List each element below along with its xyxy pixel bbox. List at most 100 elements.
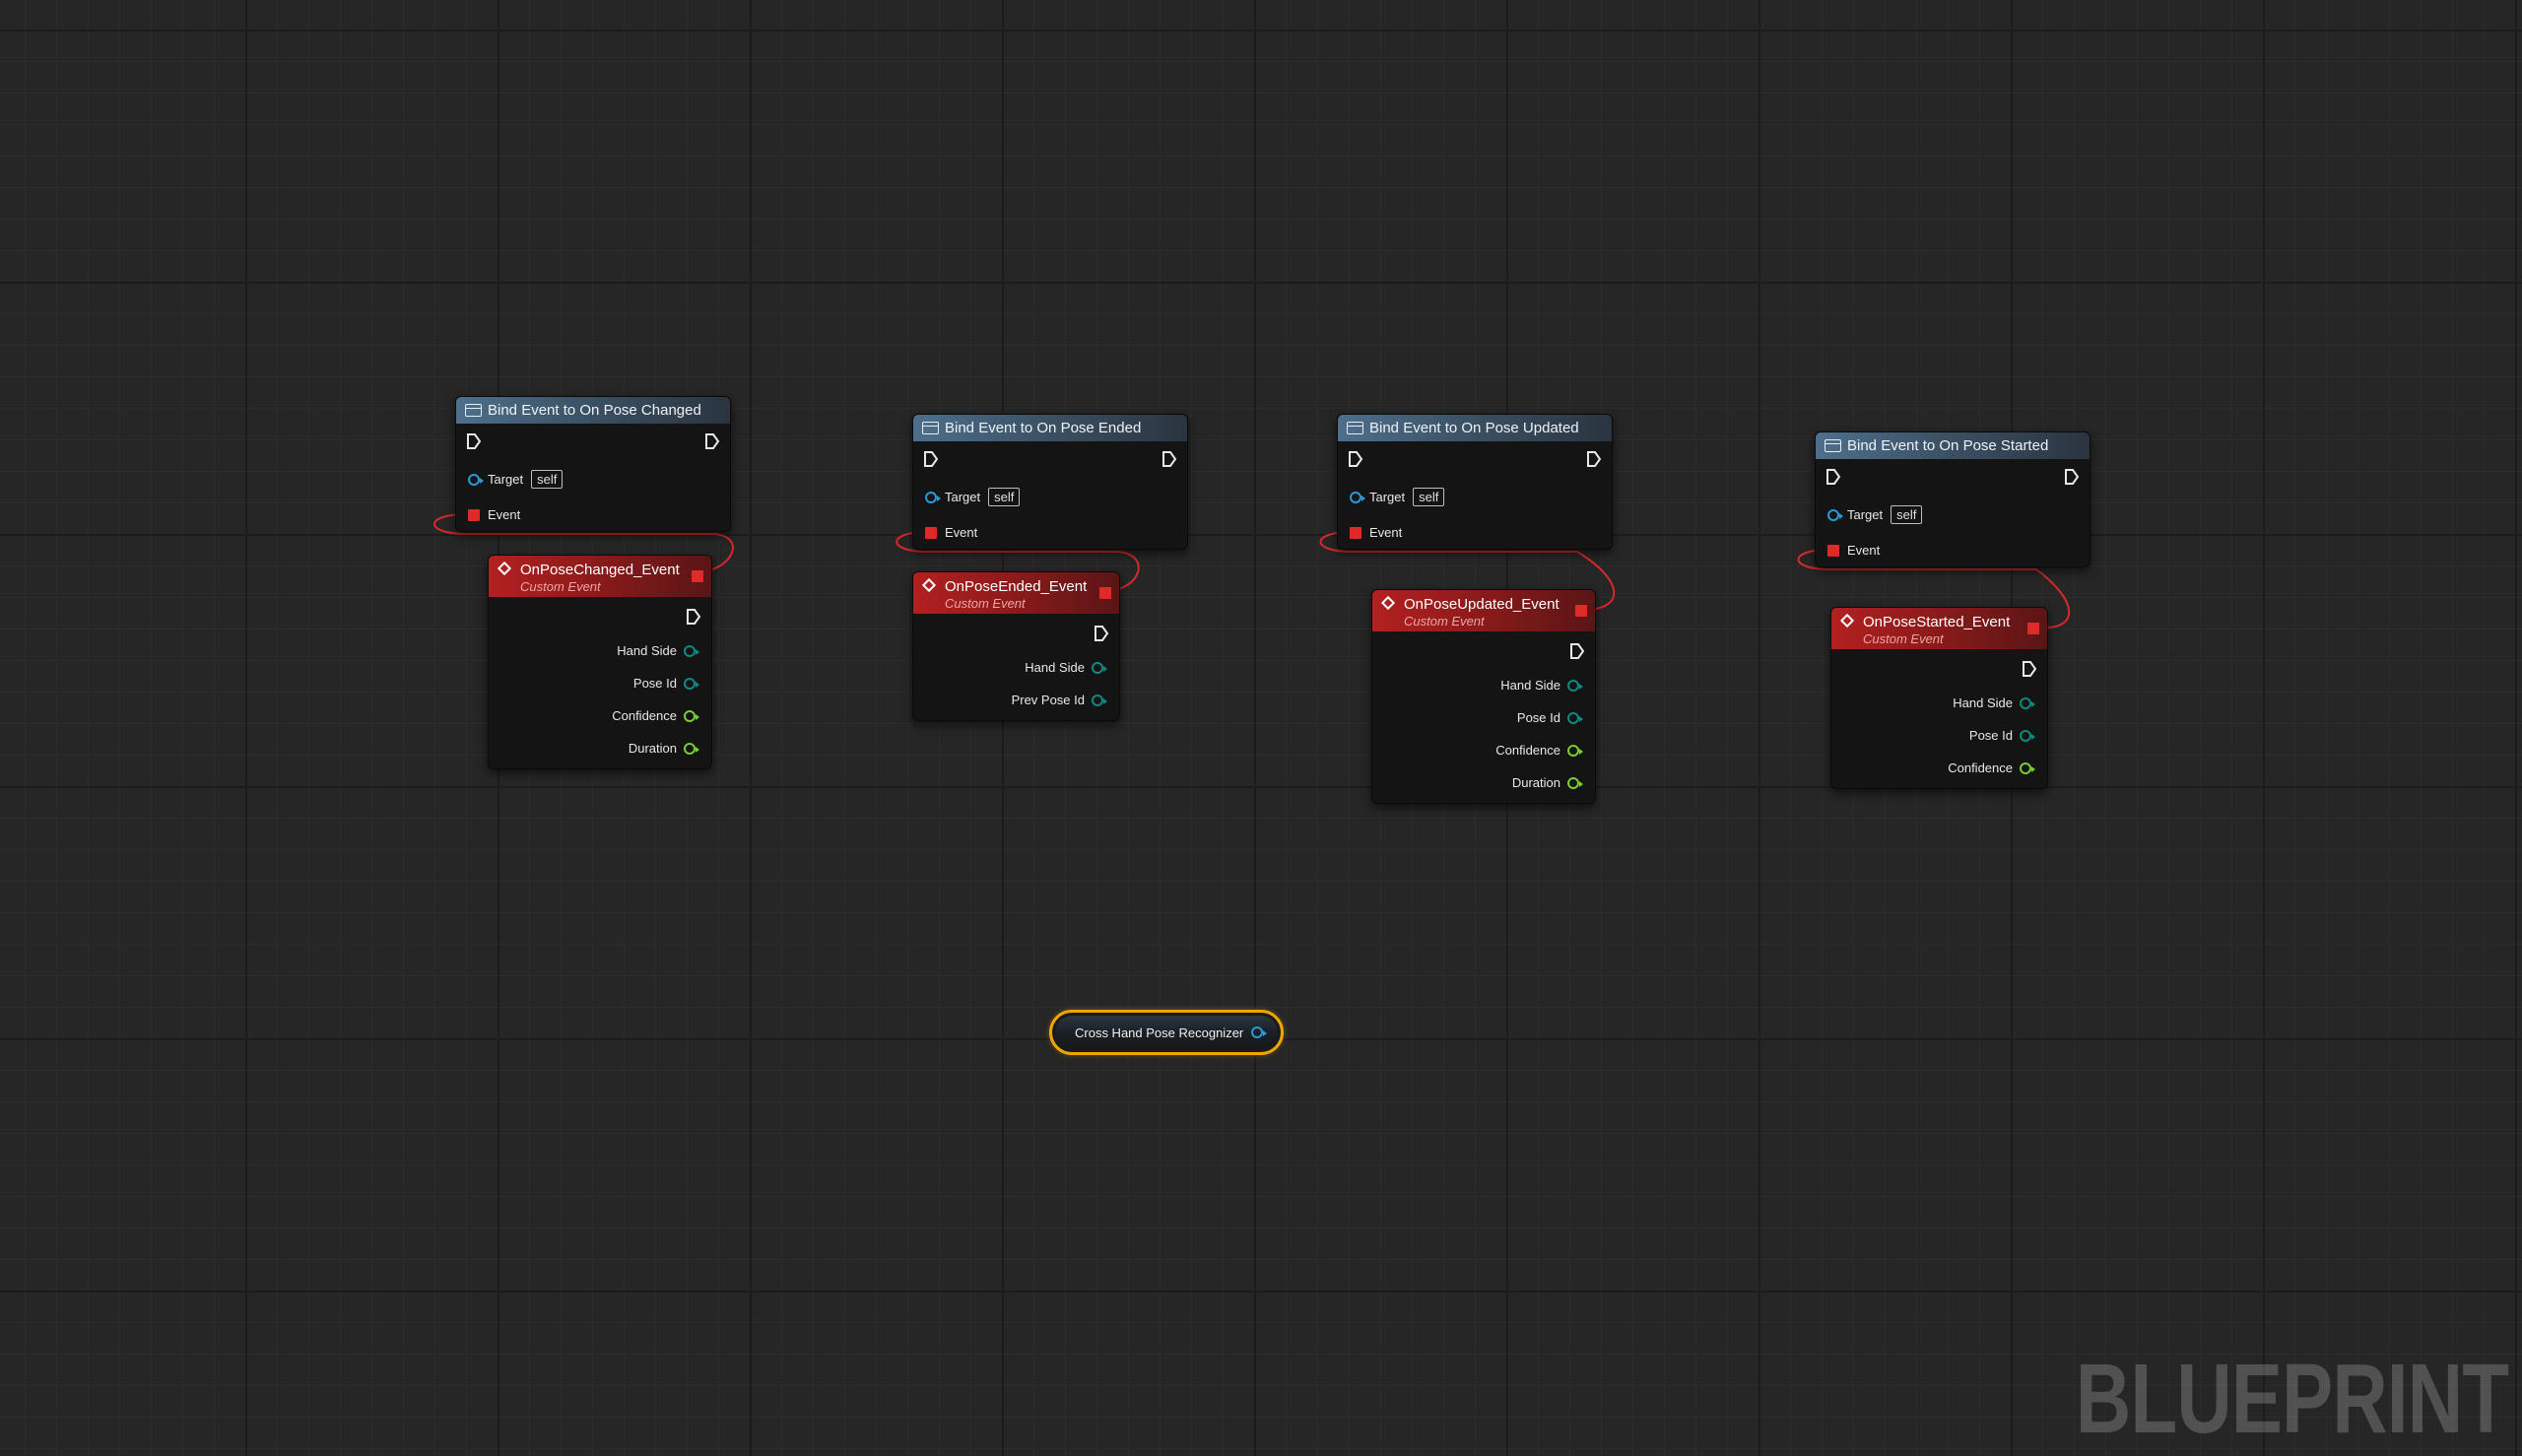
enum-pin[interactable] [1092, 661, 1107, 674]
enum-pin[interactable] [1567, 679, 1583, 692]
event-node-pose-changed[interactable]: OnPoseChanged_Event Custom Event Hand Si… [488, 555, 712, 769]
target-label: Target [1847, 507, 1884, 522]
float-pin[interactable] [684, 709, 699, 722]
event-row: Event [468, 507, 520, 522]
custom-event-icon [1380, 595, 1396, 611]
output-hand-side: Hand Side [1500, 678, 1583, 693]
target-pin[interactable] [468, 473, 484, 486]
exec-out-pin[interactable] [1094, 625, 1109, 642]
output-hand-side: Hand Side [1025, 660, 1107, 675]
bind-node-pose-ended[interactable]: Bind Event to On Pose Ended Target self … [912, 414, 1188, 550]
exec-out-pin[interactable] [2022, 660, 2037, 678]
event-row: Event [925, 525, 977, 540]
target-pin[interactable] [1350, 491, 1365, 503]
output-confidence: Confidence [1495, 743, 1583, 758]
event-node-pose-updated[interactable]: OnPoseUpdated_Event Custom Event Hand Si… [1371, 589, 1596, 804]
bind-node-header[interactable]: Bind Event to On Pose Changed [456, 397, 730, 424]
output-label: Pose Id [632, 676, 677, 691]
variable-node-label: Cross Hand Pose Recognizer [1075, 1025, 1244, 1040]
event-delegate-pin[interactable] [1827, 544, 1839, 557]
enum-pin[interactable] [684, 677, 699, 690]
bind-node-header[interactable]: Bind Event to On Pose Ended [913, 415, 1187, 441]
target-self-field[interactable]: self [531, 470, 564, 489]
event-node-title: OnPoseUpdated_Event [1404, 596, 1560, 613]
output-label: Hand Side [617, 643, 677, 658]
float-pin[interactable] [2020, 761, 2035, 774]
output-duration: Duration [1512, 775, 1583, 790]
event-node-subtitle: Custom Event [1404, 614, 1485, 629]
exec-out-pin[interactable] [1569, 642, 1585, 660]
output-label: Duration [628, 741, 677, 756]
event-delegate-out-pin[interactable] [692, 570, 703, 582]
event-node-subtitle: Custom Event [1863, 631, 1944, 646]
target-self-field[interactable]: self [988, 488, 1021, 506]
exec-out-pin[interactable] [704, 432, 720, 450]
output-label: Pose Id [1516, 710, 1560, 725]
event-node-header[interactable]: OnPoseUpdated_Event Custom Event [1372, 590, 1595, 631]
target-label: Target [945, 490, 981, 504]
target-row: Target self [468, 470, 564, 489]
event-delegate-out-pin[interactable] [2027, 623, 2039, 634]
exec-in-pin[interactable] [1825, 468, 1841, 486]
output-label: Confidence [612, 708, 677, 723]
bind-node-title: Bind Event to On Pose Ended [945, 420, 1142, 436]
event-node-pose-started[interactable]: OnPoseStarted_Event Custom Event Hand Si… [1830, 607, 2048, 789]
exec-in-pin[interactable] [923, 450, 939, 468]
float-pin[interactable] [684, 742, 699, 755]
enum-pin[interactable] [1092, 694, 1107, 706]
output-label: Pose Id [1968, 728, 2013, 743]
target-row: Target self [1827, 505, 1923, 524]
output-prev-pose-id: Prev Pose Id [1012, 693, 1107, 707]
event-node-header[interactable]: OnPoseEnded_Event Custom Event [913, 572, 1119, 614]
blueprint-watermark: BLUEPRINT [2075, 1344, 2509, 1454]
variable-node-cross-hand-pose-recognizer[interactable]: Cross Hand Pose Recognizer [1049, 1010, 1284, 1055]
float-pin[interactable] [1567, 776, 1583, 789]
exec-out-pin[interactable] [686, 608, 701, 626]
event-delegate-pin[interactable] [468, 508, 480, 521]
event-delegate-out-pin[interactable] [1575, 605, 1587, 617]
bind-node-pose-started[interactable]: Bind Event to On Pose Started Target sel… [1815, 431, 2091, 567]
event-node-title: OnPoseEnded_Event [945, 578, 1088, 595]
bind-node-header[interactable]: Bind Event to On Pose Started [1816, 432, 2090, 459]
event-node-pose-ended[interactable]: OnPoseEnded_Event Custom Event Hand Side… [912, 571, 1120, 721]
event-node-title: OnPoseStarted_Event [1863, 614, 2011, 630]
function-icon [1825, 439, 1841, 452]
target-self-field[interactable]: self [1413, 488, 1445, 506]
exec-in-pin[interactable] [1348, 450, 1363, 468]
exec-out-pin[interactable] [2064, 468, 2080, 486]
exec-in-pin[interactable] [466, 432, 482, 450]
target-pin[interactable] [1827, 508, 1843, 521]
variable-output-pin[interactable] [1251, 1026, 1268, 1038]
output-duration: Duration [628, 741, 699, 756]
target-row: Target self [925, 488, 1021, 506]
bind-node-pose-updated[interactable]: Bind Event to On Pose Updated Target sel… [1337, 414, 1613, 550]
event-delegate-pin[interactable] [1350, 526, 1361, 539]
event-node-header[interactable]: OnPoseChanged_Event Custom Event [489, 556, 711, 597]
output-hand-side: Hand Side [1953, 695, 2035, 710]
float-pin[interactable] [1567, 744, 1583, 757]
event-label: Event [1847, 543, 1881, 558]
output-label: Confidence [1495, 743, 1560, 758]
event-delegate-pin[interactable] [925, 526, 937, 539]
enum-pin[interactable] [684, 644, 699, 657]
output-confidence: Confidence [612, 708, 699, 723]
enum-pin[interactable] [2020, 696, 2035, 709]
output-label: Confidence [1948, 761, 2013, 775]
output-confidence: Confidence [1948, 761, 2035, 775]
function-icon [922, 422, 939, 434]
target-pin[interactable] [925, 491, 941, 503]
output-label: Hand Side [1500, 678, 1560, 693]
bind-node-pose-changed[interactable]: Bind Event to On Pose Changed Target sel… [455, 396, 731, 532]
exec-out-pin[interactable] [1586, 450, 1602, 468]
output-pose-id: Pose Id [1968, 728, 2035, 743]
enum-pin[interactable] [1567, 711, 1583, 724]
event-node-header[interactable]: OnPoseStarted_Event Custom Event [1831, 608, 2047, 649]
event-delegate-out-pin[interactable] [1099, 587, 1111, 599]
output-hand-side: Hand Side [617, 643, 699, 658]
function-icon [1347, 422, 1363, 434]
exec-out-pin[interactable] [1161, 450, 1177, 468]
bind-node-header[interactable]: Bind Event to On Pose Updated [1338, 415, 1612, 441]
custom-event-icon [921, 577, 937, 593]
target-self-field[interactable]: self [1891, 505, 1923, 524]
enum-pin[interactable] [2020, 729, 2035, 742]
